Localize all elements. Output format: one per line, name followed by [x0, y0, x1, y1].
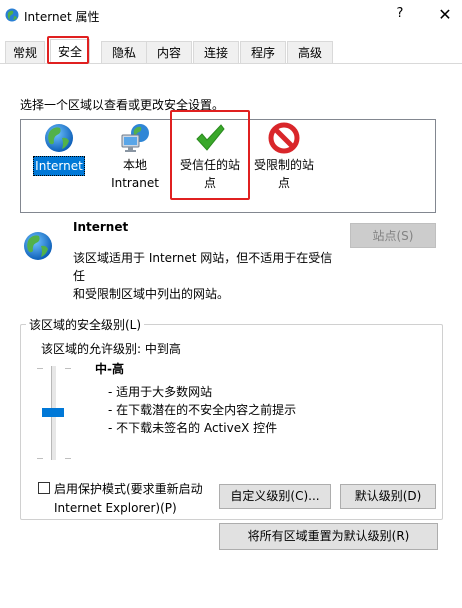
- zone-internet-label: Internet: [33, 156, 85, 176]
- zone-restricted-sites[interactable]: 受限制的站 点: [251, 122, 317, 192]
- slider-tick: [37, 458, 43, 459]
- zone-info-description-line-1: 该区域适用于 Internet 网站，但不适用于在受信任: [73, 251, 333, 283]
- security-level-description: - 适用于大多数网站 - 在下载潜在的不安全内容之前提示 - 不下载未签名的 A…: [108, 383, 296, 437]
- sites-button: 站点(S): [350, 223, 436, 248]
- slider-tick: [65, 368, 71, 369]
- zone-info-description-line-2: 和受限制区域中列出的网站。: [73, 287, 230, 301]
- globe-icon: [24, 232, 52, 260]
- tab-advanced[interactable]: 高级: [287, 41, 333, 63]
- tab-general[interactable]: 常规: [5, 41, 45, 63]
- zone-local-intranet-label-2: Intranet: [111, 176, 159, 190]
- zone-info-description: 该区域适用于 Internet 网站，但不适用于在受信任 和受限制区域中列出的网…: [73, 249, 343, 303]
- level-item: - 适用于大多数网站: [108, 385, 213, 399]
- tab-content[interactable]: 内容: [146, 41, 192, 63]
- security-level-slider-thumb[interactable]: [42, 408, 64, 417]
- protected-mode-label[interactable]: 启用保护模式(要求重新启动 Internet Explorer)(P): [54, 480, 214, 518]
- security-level-group-label: 该区域的安全级别(L): [26, 316, 145, 333]
- globe-icon: [45, 124, 73, 152]
- level-item: - 不下载未签名的 ActiveX 控件: [108, 421, 278, 435]
- restricted-icon: [268, 122, 300, 154]
- security-tab-highlight: [47, 36, 89, 64]
- zone-restricted-sites-label-1: 受限制的站: [253, 158, 314, 172]
- level-item: - 在下载潜在的不安全内容之前提示: [108, 403, 297, 417]
- intranet-icon: [121, 124, 149, 152]
- tab-privacy[interactable]: 隐私: [101, 41, 147, 63]
- security-level-name: 中-高: [95, 362, 124, 376]
- reset-all-zones-button[interactable]: 将所有区域重置为默认级别(R): [219, 523, 438, 550]
- tab-programs[interactable]: 程序: [240, 41, 286, 63]
- zone-info-title: Internet: [73, 220, 129, 234]
- trusted-sites-highlight: [170, 110, 250, 200]
- protected-mode-label-line-2: Internet Explorer)(P): [54, 501, 177, 515]
- protected-mode-checkbox[interactable]: [38, 482, 50, 494]
- help-button[interactable]: ?: [392, 6, 408, 26]
- window-title: Internet 属性: [24, 10, 100, 24]
- zone-internet[interactable]: Internet: [32, 122, 86, 176]
- zone-restricted-sites-label-2: 点: [277, 176, 290, 190]
- close-button[interactable]: ✕: [436, 5, 454, 25]
- tab-connections[interactable]: 连接: [193, 41, 239, 63]
- allowed-level-text: 该区域的允许级别: 中到高: [41, 342, 181, 356]
- zone-local-intranet-label-1: 本地: [122, 158, 147, 172]
- zone-local-intranet[interactable]: 本地 Intranet: [104, 122, 166, 192]
- default-level-button[interactable]: 默认级别(D): [340, 484, 436, 509]
- internet-options-icon: [5, 8, 19, 22]
- protected-mode-label-line-1: 启用保护模式(要求重新启动: [54, 482, 203, 496]
- slider-tick: [37, 368, 43, 369]
- custom-level-button[interactable]: 自定义级别(C)...: [219, 484, 331, 509]
- slider-tick: [65, 458, 71, 459]
